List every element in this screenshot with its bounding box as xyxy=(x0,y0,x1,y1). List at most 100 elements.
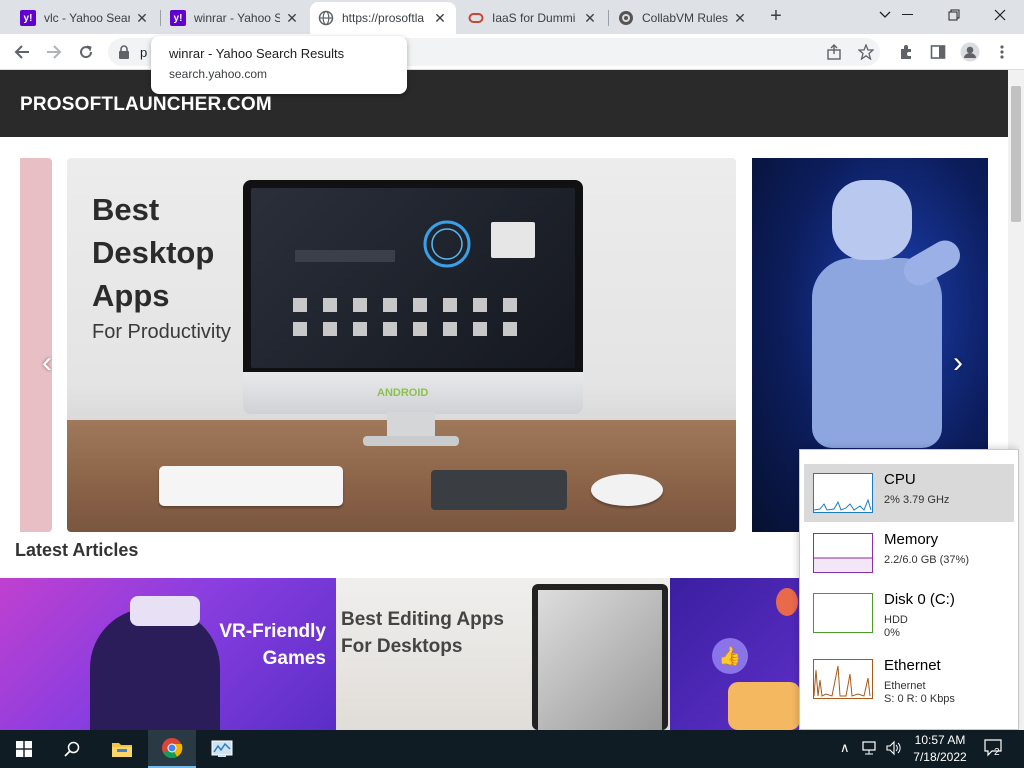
device-screen xyxy=(538,590,662,730)
monitor-stand xyxy=(387,412,435,438)
network-icon[interactable] xyxy=(862,740,878,759)
side-panel-icon[interactable] xyxy=(924,38,952,66)
scrollbar-thumb[interactable] xyxy=(1011,86,1021,222)
extensions-puzzle-icon[interactable] xyxy=(892,38,920,66)
reload-button[interactable] xyxy=(72,38,100,66)
menu-kebab-icon[interactable] xyxy=(988,38,1016,66)
address-text: p xyxy=(140,45,148,60)
bookmark-star-icon[interactable] xyxy=(852,38,880,66)
forward-button[interactable] xyxy=(40,38,68,66)
close-icon[interactable]: ✕ xyxy=(284,10,300,27)
task-manager-taskbar-button[interactable] xyxy=(198,730,246,768)
tab-winrar-yahoo[interactable]: y! winrar - Yahoo S ✕ xyxy=(162,2,308,34)
tab-separator xyxy=(608,10,609,26)
tab-separator xyxy=(160,10,161,26)
tab-prosoftlauncher[interactable]: https://prosoftla ✕ xyxy=(310,2,456,34)
tab-title: winrar - Yahoo S xyxy=(194,11,280,25)
balloon-illustration xyxy=(776,588,798,616)
slide-heading-line: Apps xyxy=(92,278,170,313)
robot-head xyxy=(832,180,912,260)
perf-item-memory[interactable]: Memory 2.2/6.0 GB (37%) xyxy=(804,524,1014,582)
tab-strip: y! vlc - Yahoo Sear ✕ y! winrar - Yahoo … xyxy=(0,0,1024,34)
notification-count-badge: 2 xyxy=(994,747,1000,758)
article-card-editing-apps[interactable]: Best Editing Apps For Desktops xyxy=(336,578,670,730)
close-icon[interactable]: ✕ xyxy=(134,10,150,27)
share-icon[interactable] xyxy=(820,38,848,66)
task-manager-icon xyxy=(211,740,233,757)
mouse-illustration xyxy=(591,474,663,506)
tab-title: vlc - Yahoo Sear xyxy=(44,11,130,25)
memory-graph xyxy=(813,533,873,573)
tray-overflow-chevron[interactable]: ∧ xyxy=(840,740,850,756)
lock-icon[interactable] xyxy=(118,45,130,64)
cpu-graph xyxy=(813,473,873,513)
folder-icon xyxy=(112,743,132,757)
perf-label: Ethernet xyxy=(884,657,941,674)
profile-avatar-icon[interactable] xyxy=(956,38,984,66)
tab-collabvm-rules[interactable]: CollabVM Rules ✕ xyxy=(610,2,756,34)
keyboard-illustration xyxy=(159,466,343,506)
yahoo-icon: y! xyxy=(170,10,186,26)
article-caption: VR-Friendly Games xyxy=(219,618,326,672)
hover-card-url: search.yahoo.com xyxy=(169,67,268,81)
search-icon xyxy=(64,741,80,757)
tab-title: CollabVM Rules xyxy=(642,11,728,25)
perf-detail: HDD xyxy=(884,614,908,626)
tab-title: IaaS for Dummi xyxy=(492,11,576,25)
minimize-button[interactable] xyxy=(885,0,931,30)
perf-label: CPU xyxy=(884,471,916,488)
performance-flyout: CPU 2% 3.79 GHz Memory 2.2/6.0 GB (37%) … xyxy=(799,449,1019,730)
tab-iaas-dummies[interactable]: IaaS for Dummi ✕ xyxy=(460,2,606,34)
article-caption-line: Games xyxy=(262,648,326,669)
device-illustration xyxy=(532,584,668,730)
close-icon[interactable]: ✕ xyxy=(582,10,598,27)
article-card-vr-games[interactable]: VR-Friendly Games xyxy=(0,578,336,730)
perf-item-disk[interactable]: Disk 0 (C:) HDD 0% xyxy=(804,584,1014,642)
perf-item-ethernet[interactable]: Ethernet Ethernet S: 0 R: 0 Kbps xyxy=(804,650,1014,708)
tab-vlc-yahoo[interactable]: y! vlc - Yahoo Sear ✕ xyxy=(12,2,158,34)
file-explorer-button[interactable] xyxy=(98,730,146,768)
slide-heading-line: Desktop xyxy=(92,235,215,270)
perf-detail: 2% 3.79 GHz xyxy=(884,494,950,506)
carousel-prev-arrow[interactable]: ‹ xyxy=(32,348,62,378)
windows-logo-icon xyxy=(16,741,32,757)
site-logo[interactable]: PROSOFTLAUNCHER.COM xyxy=(20,94,272,116)
article-caption: Best Editing Apps For Desktops xyxy=(341,606,504,660)
close-icon[interactable]: ✕ xyxy=(732,10,748,27)
oracle-icon xyxy=(468,10,484,26)
latest-articles-heading: Latest Articles xyxy=(15,540,139,560)
slide-subtitle: For Productivity xyxy=(92,321,231,343)
article-caption-line: VR-Friendly xyxy=(219,621,326,642)
monitor-illustration xyxy=(243,180,583,380)
carousel-current-slide[interactable]: Best Desktop Apps For Productivity ANDRO… xyxy=(67,158,736,532)
perf-detail-secondary: 0% xyxy=(884,627,900,639)
disk-graph xyxy=(813,593,873,633)
chrome-icon xyxy=(162,738,183,759)
carousel-next-arrow[interactable]: › xyxy=(943,348,973,378)
hover-card-title: winrar - Yahoo Search Results xyxy=(169,46,345,61)
perf-label: Memory xyxy=(884,531,939,548)
close-window-button[interactable] xyxy=(977,0,1023,30)
perf-detail: 2.2/6.0 GB (37%) xyxy=(884,554,969,566)
slide-heading: Best Desktop Apps xyxy=(92,188,214,317)
start-button[interactable] xyxy=(0,730,48,768)
slide-heading-line: Best xyxy=(92,192,160,227)
clock-time: 10:57 AM xyxy=(914,733,966,747)
new-tab-button[interactable]: + xyxy=(766,6,786,27)
perf-item-cpu[interactable]: CPU 2% 3.79 GHz xyxy=(804,464,1014,522)
carousel-previous-slide[interactable] xyxy=(20,158,52,532)
volume-icon[interactable] xyxy=(886,740,902,759)
restore-button[interactable] xyxy=(931,0,977,30)
system-clock[interactable]: 10:57 AM 7/18/2022 xyxy=(908,732,972,766)
person-illustration xyxy=(90,608,220,730)
chrome-taskbar-button[interactable] xyxy=(148,730,196,768)
search-button[interactable] xyxy=(48,730,96,768)
article-card-games[interactable]: 👍 xyxy=(670,578,800,730)
tab-title: https://prosoftla xyxy=(342,11,425,25)
back-button[interactable] xyxy=(8,38,36,66)
tab-hover-card: winrar - Yahoo Search Results search.yah… xyxy=(151,36,407,94)
robot-illustration xyxy=(812,258,942,448)
close-icon[interactable]: ✕ xyxy=(432,10,448,27)
collabvm-icon xyxy=(618,10,634,26)
clock-date: 7/18/2022 xyxy=(913,750,967,764)
